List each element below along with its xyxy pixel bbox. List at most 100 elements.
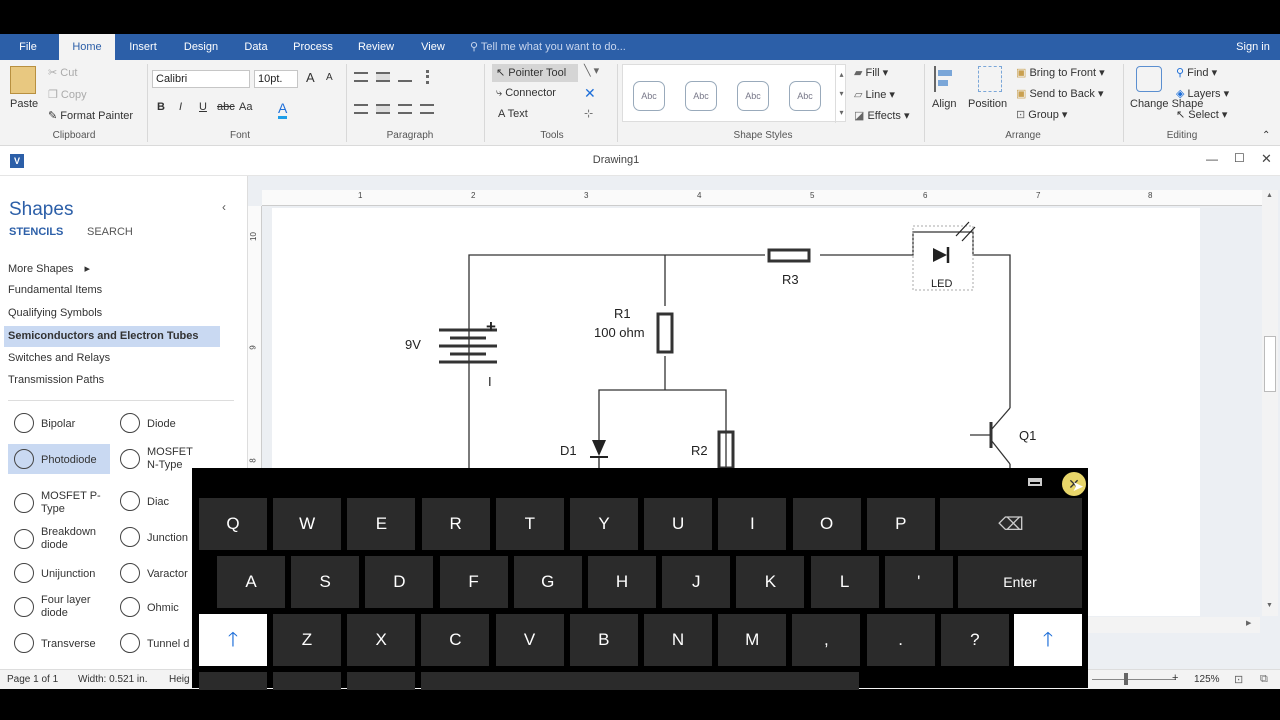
shape-transverse[interactable]: Transverse <box>8 632 108 656</box>
shape-tunnel-diode[interactable]: Tunnel d <box>116 632 192 656</box>
align-top-buttons[interactable] <box>354 70 464 86</box>
key-s[interactable]: S <box>291 556 360 608</box>
effects-button[interactable]: ◪ Effects ▾ <box>854 109 909 122</box>
style-swatch[interactable]: Abc <box>685 81 717 111</box>
backspace-key[interactable]: ⌫ <box>940 498 1082 550</box>
key-m[interactable]: M <box>718 614 787 666</box>
align-text-buttons[interactable] <box>354 102 464 118</box>
minimize-icon[interactable]: — <box>1206 152 1218 166</box>
key-a[interactable]: A <box>217 556 285 608</box>
key-n[interactable]: N <box>644 614 712 666</box>
fit-page-icon[interactable]: ⊡ <box>1234 673 1243 686</box>
text-tool-button[interactable]: A Text <box>498 108 528 120</box>
change-shape-icon[interactable] <box>1136 66 1162 92</box>
shift-key-right[interactable]: 🡑 <box>1014 614 1082 666</box>
shape-unijunction[interactable]: Unijunction <box>8 562 108 586</box>
key-k[interactable]: K <box>736 556 805 608</box>
key-symbol[interactable]: . <box>866 614 935 666</box>
shape-diode[interactable]: Diode <box>116 412 216 436</box>
tab-view[interactable]: View <box>414 34 452 60</box>
stencil-item[interactable]: Switches and Relays <box>8 352 110 364</box>
font-size-select[interactable]: 10pt. <box>254 70 298 88</box>
paste-icon[interactable] <box>10 66 36 94</box>
close-icon[interactable]: ✕ <box>1261 151 1272 167</box>
line-button[interactable]: ▱ Line ▾ <box>854 88 895 101</box>
key-f[interactable]: F <box>439 556 508 608</box>
key-x[interactable]: X <box>347 614 416 666</box>
zoom-slider-thumb[interactable] <box>1124 673 1128 685</box>
close-x-icon[interactable]: ✕ <box>584 85 596 102</box>
line-tool-icon[interactable]: ╲ ▾ <box>584 64 599 77</box>
enter-key[interactable]: Enter <box>958 556 1082 608</box>
zoom-level[interactable]: 125% <box>1194 674 1220 685</box>
tab-stencils[interactable]: STENCILS <box>9 226 63 238</box>
align-icon[interactable] <box>934 66 954 92</box>
page-indicator[interactable]: Page 1 of 1 <box>7 674 58 685</box>
key-u[interactable]: U <box>644 498 713 550</box>
underline-button[interactable]: U <box>199 101 207 113</box>
position-button[interactable]: Position <box>968 98 1007 110</box>
find-button[interactable]: ⚲ Find ▾ <box>1176 66 1217 79</box>
emoji-key[interactable] <box>347 672 415 690</box>
key-symbol[interactable]: ' <box>884 556 953 608</box>
scroll-thumb[interactable] <box>1264 336 1276 392</box>
tab-data[interactable]: Data <box>238 34 274 60</box>
position-icon[interactable] <box>978 66 1002 92</box>
tab-insert[interactable]: Insert <box>122 34 164 60</box>
layers-button[interactable]: ◈ Layers ▾ <box>1176 87 1229 100</box>
sign-in-link[interactable]: Sign in <box>1230 34 1276 60</box>
tab-review[interactable]: Review <box>352 34 400 60</box>
key-b[interactable]: B <box>569 614 638 666</box>
key-d[interactable]: D <box>365 556 434 608</box>
tab-design[interactable]: Design <box>178 34 224 60</box>
pointer-tool-button[interactable]: ↖ Pointer Tool <box>492 64 578 82</box>
scroll-right-icon[interactable]: ▶ <box>1246 619 1251 627</box>
key-w[interactable]: W <box>273 498 342 550</box>
key-h[interactable]: H <box>588 556 656 608</box>
copy-button[interactable]: ❐ Copy <box>48 88 87 101</box>
stencil-item-active[interactable]: Semiconductors and Electron Tubes <box>4 326 220 347</box>
change-case-button[interactable]: Aa <box>239 101 252 113</box>
bring-to-front-button[interactable]: ▣ Bring to Front ▾ <box>1016 66 1105 79</box>
shape-mosfet-p[interactable]: MOSFET P-Type <box>8 488 108 518</box>
stencil-item[interactable]: Fundamental Items <box>8 284 102 296</box>
key-t[interactable]: T <box>495 498 564 550</box>
key-z[interactable]: Z <box>273 614 341 666</box>
connection-point-icon[interactable]: ⊹ <box>584 107 593 120</box>
tell-me-box[interactable]: ⚲ Tell me what you want to do... <box>470 34 650 60</box>
send-to-back-button[interactable]: ▣ Send to Back ▾ <box>1016 87 1103 100</box>
shape-bipolar[interactable]: Bipolar <box>8 412 108 436</box>
stencil-item[interactable]: Qualifying Symbols <box>8 307 102 319</box>
key-y[interactable]: Y <box>570 498 638 550</box>
tab-process[interactable]: Process <box>288 34 338 60</box>
more-shapes-link[interactable]: More Shapes ▸ <box>8 262 90 275</box>
strikethrough-button[interactable]: abc <box>217 101 235 113</box>
tab-search[interactable]: SEARCH <box>87 226 133 238</box>
key-i[interactable]: I <box>718 498 787 550</box>
zoom-in-icon[interactable]: + <box>1172 672 1178 684</box>
key-r[interactable]: R <box>421 498 490 550</box>
key-v[interactable]: V <box>495 614 564 666</box>
switch-windows-icon[interactable]: ⧉ <box>1260 673 1268 686</box>
paste-button[interactable]: Paste <box>10 98 38 110</box>
format-painter-button[interactable]: ✎ Format Painter <box>48 109 133 122</box>
style-swatch[interactable]: Abc <box>633 81 665 111</box>
space-key[interactable] <box>421 672 859 690</box>
key-o[interactable]: O <box>792 498 861 550</box>
key-j[interactable]: J <box>662 556 731 608</box>
vertical-scrollbar[interactable]: ▲ ▼ <box>1262 190 1278 616</box>
fill-button[interactable]: ▰ Fill ▾ <box>854 66 888 79</box>
group-button[interactable]: ⊡ Group ▾ <box>1016 108 1067 121</box>
horizontal-scrollbar[interactable]: ▶ <box>1088 617 1260 633</box>
key-q[interactable]: Q <box>199 498 267 550</box>
gallery-scroll[interactable]: ▴ ▾ ▾ <box>835 65 847 123</box>
select-button[interactable]: ↖ Select ▾ <box>1176 108 1227 121</box>
tab-home[interactable]: Home <box>59 34 115 60</box>
shape-breakdown-diode[interactable]: Breakdown diode <box>8 524 108 554</box>
key-c[interactable]: C <box>421 614 490 666</box>
shape-photodiode[interactable]: Photodiode <box>8 444 110 474</box>
bold-button[interactable]: B <box>157 101 165 113</box>
scroll-down-icon[interactable]: ▼ <box>1266 602 1273 609</box>
grow-font-button[interactable]: A <box>306 70 315 85</box>
dock-keyboard-icon[interactable] <box>1028 478 1042 486</box>
